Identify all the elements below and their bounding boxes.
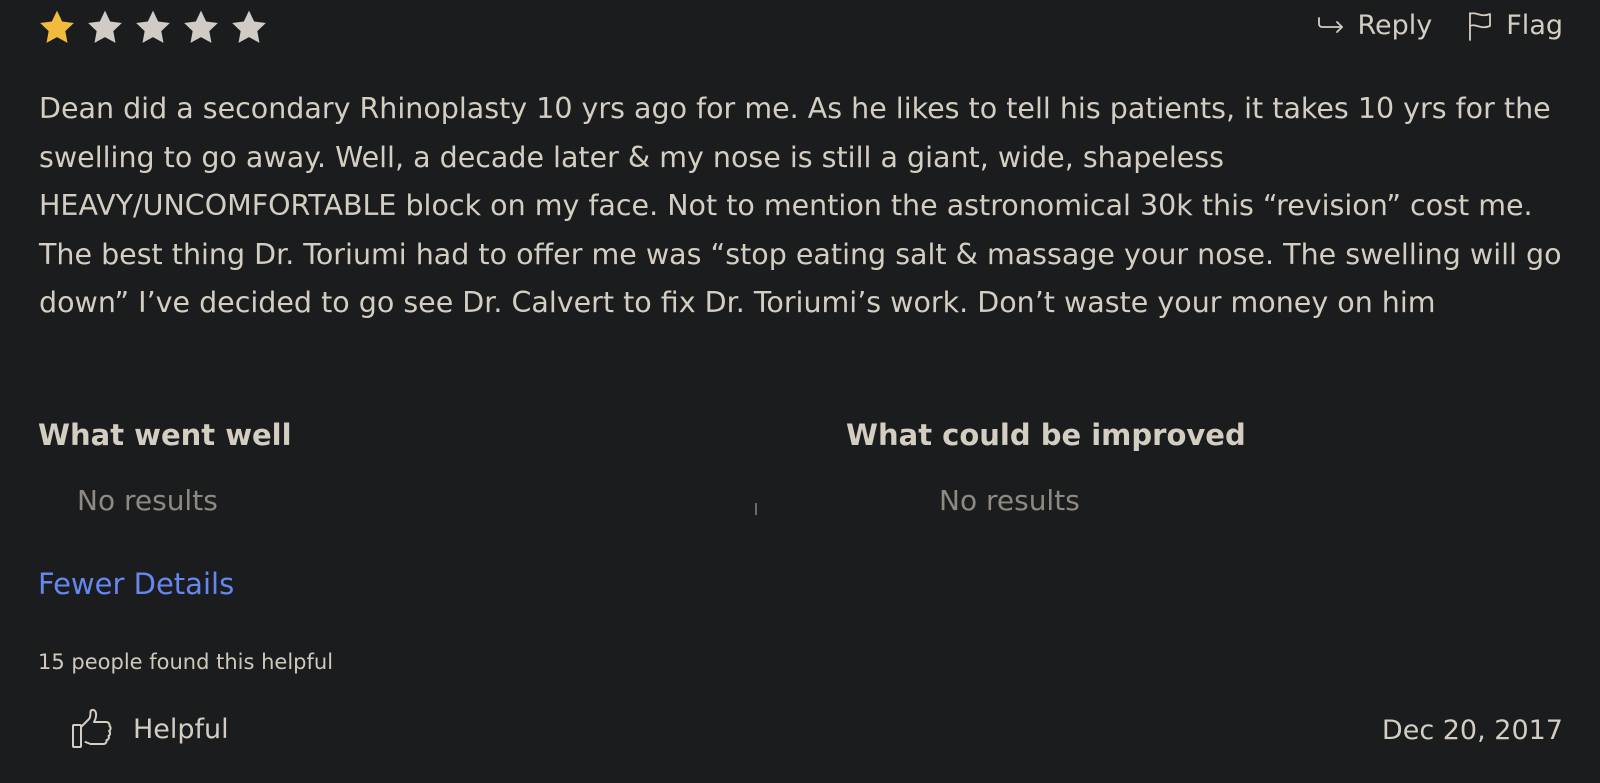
star-icon — [184, 10, 218, 43]
helpful-count: 15 people found this helpful — [38, 650, 334, 674]
reply-label: Reply — [1357, 10, 1433, 41]
reply-arrow-icon — [1317, 16, 1343, 33]
improved-empty: No results — [939, 484, 1080, 517]
thumbs-up-icon — [72, 708, 112, 748]
star-rating — [37, 8, 269, 48]
star-icon — [232, 10, 266, 43]
fewer-details-link[interactable]: Fewer Details — [38, 567, 234, 601]
reply-button[interactable]: Reply — [1316, 10, 1433, 41]
went-well-heading: What went well — [38, 418, 292, 452]
improved-heading: What could be improved — [846, 418, 1246, 452]
column-divider — [755, 503, 757, 515]
helpful-button[interactable]: Helpful — [71, 708, 229, 750]
star-icon — [136, 10, 170, 43]
flag-button[interactable]: Flag — [1466, 10, 1563, 41]
flag-label: Flag — [1506, 10, 1563, 41]
review-date: Dec 20, 2017 — [1381, 715, 1563, 746]
review-text: Dean did a secondary Rhinoplasty 10 yrs … — [39, 92, 1562, 319]
review-actions: Reply Flag — [1316, 10, 1563, 41]
flag-icon — [1469, 11, 1492, 41]
star-icon — [40, 10, 74, 43]
helpful-label: Helpful — [133, 713, 229, 745]
star-icon — [88, 10, 122, 43]
went-well-empty: No results — [77, 484, 218, 517]
